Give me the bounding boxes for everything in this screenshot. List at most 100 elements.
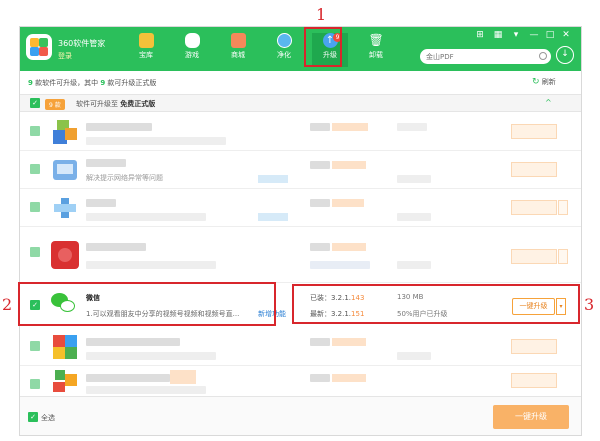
annotation-number-3: 3	[584, 295, 595, 314]
blurred-stat	[397, 352, 431, 360]
purify-icon	[276, 33, 292, 48]
annotation-box-3	[292, 284, 580, 324]
treasure-icon	[138, 33, 154, 48]
app-icon	[51, 118, 79, 146]
login-link[interactable]: 登录	[58, 51, 72, 61]
refresh-icon: ↻	[532, 77, 540, 87]
minimize-icon[interactable]: —	[528, 30, 540, 40]
upgrade-summary: 9 款软件可升级，其中 9 款可升级正式版	[28, 78, 156, 88]
blurred-desc	[86, 261, 216, 269]
blurred-stat	[397, 123, 427, 131]
blurred-desc	[86, 137, 226, 145]
blurred-stat	[397, 175, 431, 183]
blurred-version	[310, 261, 370, 269]
annotation-box-1	[304, 27, 342, 67]
annotation-box-2	[18, 282, 276, 326]
row-checkbox[interactable]	[30, 341, 40, 351]
group-text: 软件可升级至 免费正式版	[76, 99, 155, 109]
blurred-version	[332, 374, 366, 382]
search-input[interactable]	[426, 51, 526, 62]
row-checkbox[interactable]	[30, 247, 40, 257]
nav-label: 净化	[277, 51, 291, 59]
blurred-stat	[397, 213, 431, 221]
blurred-upgrade-button[interactable]	[511, 249, 557, 264]
list-item[interactable]	[20, 328, 581, 366]
skin-icon[interactable]: ⊞	[474, 30, 486, 40]
row-checkbox[interactable]	[30, 202, 40, 212]
list-item[interactable]	[20, 113, 581, 151]
list-item[interactable]	[20, 227, 581, 283]
menu-icon[interactable]: ▾	[510, 30, 522, 40]
blurred-dropdown[interactable]	[558, 200, 568, 215]
blurred-upgrade-button[interactable]	[511, 124, 557, 139]
blurred-version	[332, 199, 364, 207]
nav-treasure[interactable]: 宝库	[128, 33, 164, 67]
blurred-upgrade-button[interactable]	[511, 373, 557, 388]
list-item[interactable]	[20, 366, 581, 396]
annotation-number-2: 2	[2, 295, 13, 314]
grid-icon[interactable]: ▦	[492, 30, 504, 40]
blurred-name	[86, 243, 146, 251]
refresh-button[interactable]: ↻ 刷新	[532, 77, 556, 87]
nav-label: 游戏	[185, 51, 199, 59]
nav-purify[interactable]: 净化	[266, 33, 302, 67]
blurred-dropdown[interactable]	[558, 249, 568, 264]
gamepad-icon	[184, 33, 200, 48]
row-checkbox[interactable]	[30, 164, 40, 174]
blurred-upgrade-button[interactable]	[511, 162, 557, 177]
summary-text: 款软件可升级，其中	[32, 79, 101, 87]
one-click-upgrade-all-button[interactable]: 一键升级	[493, 405, 569, 429]
blurred-version	[332, 123, 368, 131]
app-icon	[51, 333, 79, 361]
group-text-bold: 免费正式版	[120, 100, 156, 108]
blurred-version	[310, 374, 330, 382]
collapse-icon[interactable]: ^	[545, 98, 552, 107]
header-bar: 360软件管家 登录 宝库 游戏 商城 净化 ↑ 9 升级 🗑 卸载 ⊞ ▦ ▾…	[20, 27, 581, 71]
download-icon[interactable]: ↓	[556, 46, 574, 64]
nav-games[interactable]: 游戏	[174, 33, 210, 67]
blurred-version	[310, 123, 330, 131]
blurred-name	[86, 159, 126, 167]
nav-label: 宝库	[139, 51, 153, 59]
annotation-number-1: 1	[316, 5, 327, 24]
app-icon	[51, 194, 79, 222]
summary-text: 款可升级正式版	[105, 79, 157, 87]
app-window: 360软件管家 登录 宝库 游戏 商城 净化 ↑ 9 升级 🗑 卸载 ⊞ ▦ ▾…	[19, 26, 582, 436]
group-checkbox[interactable]: ✓	[30, 98, 40, 108]
search-icon[interactable]	[539, 52, 547, 60]
group-header: ✓ 9 款 软件可升级至 免费正式版 ^	[20, 94, 581, 112]
group-text-prefix: 软件可升级至	[76, 100, 118, 108]
blurred-upgrade-button[interactable]	[511, 200, 557, 215]
blurred-desc	[86, 386, 206, 394]
list-item[interactable]	[20, 189, 581, 227]
nav-shop[interactable]: 商城	[220, 33, 256, 67]
blurred-name	[86, 338, 180, 346]
select-all-label[interactable]: 全选	[41, 413, 55, 423]
row-checkbox[interactable]	[30, 126, 40, 136]
row-checkbox[interactable]	[30, 379, 40, 389]
count-tag: 9 款	[45, 99, 65, 110]
refresh-label: 刷新	[541, 78, 556, 86]
blurred-stat	[397, 261, 431, 269]
close-icon[interactable]: ✕	[560, 30, 572, 40]
blurred-upgrade-button[interactable]	[511, 339, 557, 354]
blurred-desc	[86, 213, 206, 221]
blurred-link	[258, 175, 288, 183]
list-item[interactable]: 解决提示网络异常等问题	[20, 151, 581, 189]
footer-bar: ✓ 全选 一键升级	[20, 396, 581, 435]
blurred-version	[332, 338, 366, 346]
select-all-checkbox[interactable]: ✓	[28, 412, 38, 422]
blurred-version	[332, 161, 366, 169]
blurred-desc	[86, 352, 216, 360]
nav-uninstall[interactable]: 🗑 卸载	[358, 33, 394, 67]
app-icon	[51, 156, 79, 184]
app-icon	[51, 368, 79, 394]
maximize-icon[interactable]: □	[544, 30, 556, 40]
app-icon	[51, 241, 79, 269]
blurred-version	[310, 243, 330, 251]
nav-label: 卸载	[369, 51, 383, 59]
shop-bag-icon	[230, 33, 246, 48]
blurred-name	[86, 123, 152, 131]
blurred-version	[310, 338, 330, 346]
blurred-version	[332, 243, 366, 251]
